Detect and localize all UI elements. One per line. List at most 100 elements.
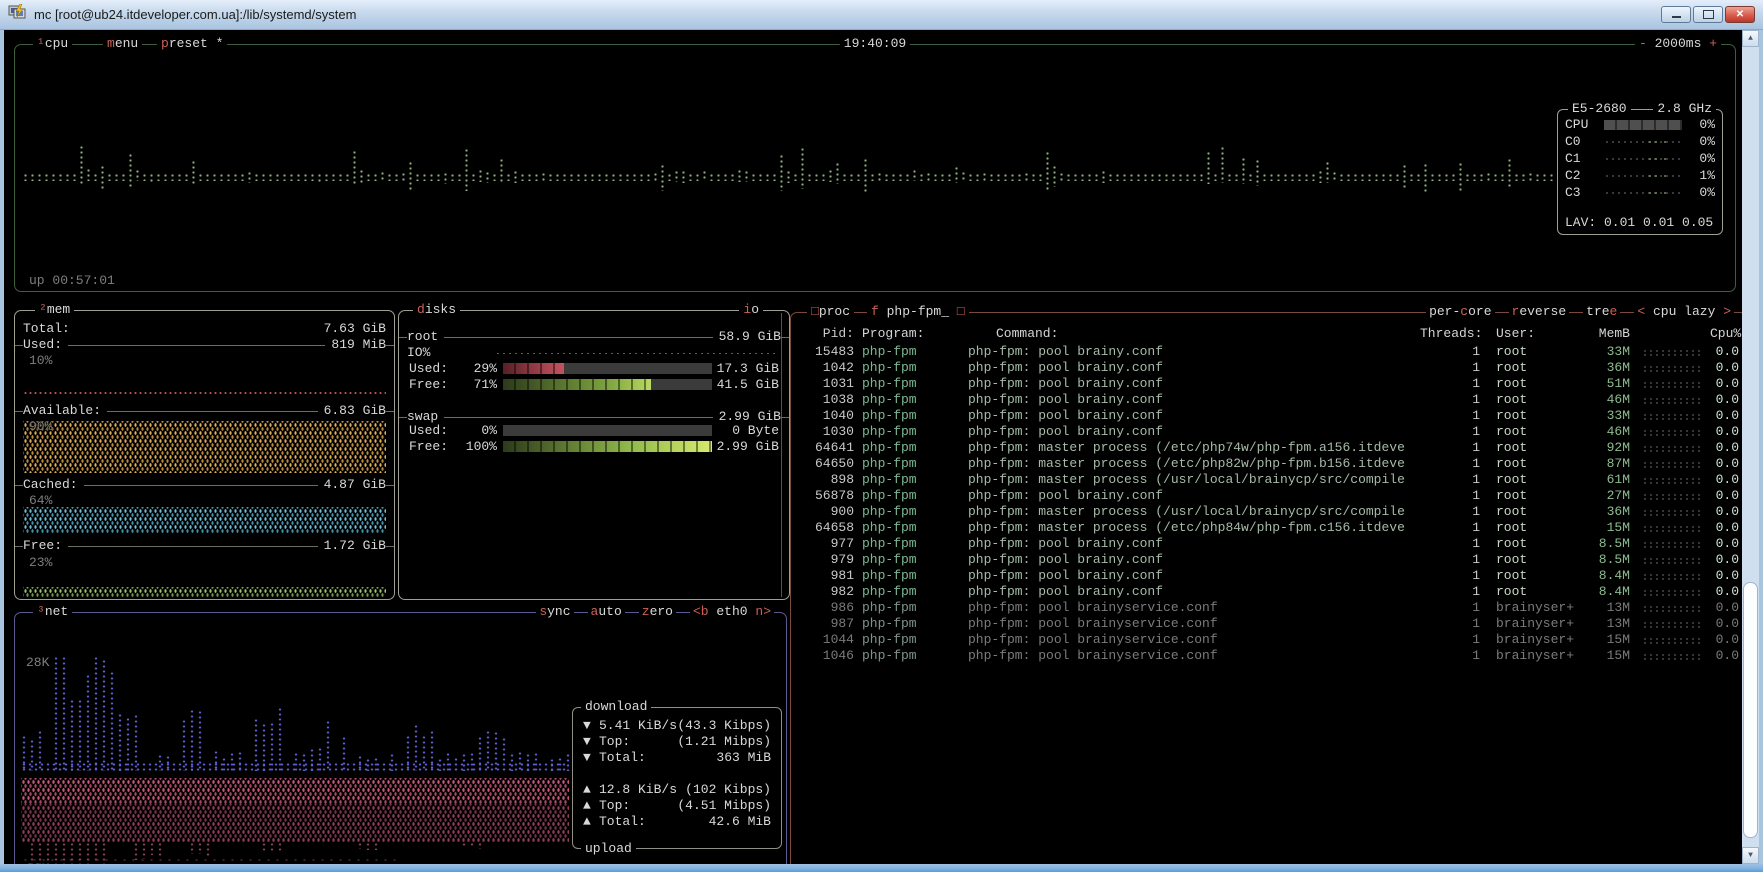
disk-usage-row: Used:29%17.3 GiB — [407, 361, 781, 377]
menu-button[interactable]: menu — [103, 36, 142, 52]
process-row[interactable]: 15483php-fpmphp-fpm: pool brainy.conf1ro… — [798, 344, 1739, 360]
net-stat-row: ▲12.8 KiB/s(102 Kibps) — [583, 782, 771, 798]
process-row[interactable]: 900php-fpmphp-fpm: master process (/usr/… — [798, 504, 1739, 520]
net-stats-box: download ▼5.41 KiB/s(43.3 Kibps)▼Top:(1.… — [572, 707, 782, 849]
cpu-box-title[interactable]: ¹cpu — [33, 36, 72, 52]
process-row[interactable]: 1042php-fpmphp-fpm: pool brainy.conf1roo… — [798, 360, 1739, 376]
column-memb[interactable]: MemB — [1572, 326, 1630, 342]
scroll-up-icon[interactable]: ▲ — [1742, 30, 1759, 47]
column-user[interactable]: User: — [1480, 326, 1572, 342]
putty-window: mc [root@ub24.itdeveloper.com.ua]:/lib/s… — [0, 0, 1763, 872]
process-row[interactable]: 1044php-fpmphp-fpm: pool brainyservice.c… — [798, 632, 1739, 648]
process-row[interactable]: 898php-fpmphp-fpm: master process (/usr/… — [798, 472, 1739, 488]
mem-used-graph — [23, 391, 386, 396]
process-list: 15483php-fpmphp-fpm: pool brainy.conf1ro… — [798, 344, 1739, 664]
process-row[interactable]: 1031php-fpmphp-fpm: pool brainy.conf1roo… — [798, 376, 1739, 392]
column-command[interactable]: Command: — [960, 326, 1420, 342]
mem-box-title[interactable]: ²mem — [35, 302, 74, 318]
process-row[interactable]: 64641php-fpmphp-fpm: master process (/et… — [798, 440, 1739, 456]
zero-button[interactable]: zero — [639, 604, 676, 620]
process-row[interactable]: 1038php-fpmphp-fpm: pool brainy.conf1roo… — [798, 392, 1739, 408]
uptime: up 00:57:01 — [29, 273, 115, 289]
close-button[interactable]: ✕ — [1725, 6, 1755, 23]
mem-stat-row: Available:6.83 GiB — [23, 403, 386, 419]
interval-value: 2000ms — [1655, 36, 1702, 51]
disk-usage-row: Free:71%41.5 GiB — [407, 377, 781, 393]
column-cpu[interactable]: Cpu% — [1710, 326, 1739, 342]
disks-box: disks io root58.9 GiBIO%Used:29%17.3 GiB… — [398, 310, 790, 600]
process-row[interactable]: 56878php-fpmphp-fpm: pool brainy.conf1ro… — [798, 488, 1739, 504]
column-pid[interactable]: Pid: — [798, 326, 854, 342]
process-row[interactable]: 1046php-fpmphp-fpm: pool brainyservice.c… — [798, 648, 1739, 664]
scroll-down-icon[interactable]: ▼ — [1742, 847, 1759, 864]
disk-usage-row: Free:100%2.99 GiB — [407, 439, 781, 455]
proc-column-headers: Pid: Program: Command: Threads: User: Me… — [798, 326, 1739, 342]
auto-button[interactable]: auto — [588, 604, 625, 620]
maximize-button[interactable] — [1693, 6, 1723, 23]
process-row[interactable]: 64650php-fpmphp-fpm: master process (/et… — [798, 456, 1739, 472]
reverse-button[interactable]: reverse — [1509, 304, 1570, 320]
mem-stat-pct: 90% — [23, 419, 386, 435]
mem-stat-pct: 10% — [23, 353, 386, 369]
process-filter-input[interactable]: f php-fpm_ □ — [867, 304, 969, 320]
net-stat-row: ▲Top:(4.51 Mibps) — [583, 798, 771, 814]
window-bottom-border — [0, 864, 1763, 872]
process-row[interactable]: 981php-fpmphp-fpm: pool brainy.conf1root… — [798, 568, 1739, 584]
net-stat-row: ▼Top:(1.21 Mibps) — [583, 734, 771, 750]
proc-box: □proc f php-fpm_ □ per-corereversetree< … — [790, 312, 1742, 864]
cpu-core-row: C30% — [1558, 184, 1722, 201]
net-box-title[interactable]: ³net — [33, 604, 72, 620]
scrollbar-thumb[interactable] — [1743, 582, 1758, 838]
disks-box-title[interactable]: disks — [413, 302, 460, 318]
net-stat-row: ▲Total:42.6 MiB — [583, 814, 771, 830]
window-title: mc [root@ub24.itdeveloper.com.ua]:/lib/s… — [34, 7, 1661, 22]
process-row[interactable]: 986php-fpmphp-fpm: pool brainyservice.co… — [798, 600, 1739, 616]
titlebar[interactable]: mc [root@ub24.itdeveloper.com.ua]:/lib/s… — [0, 0, 1763, 30]
scrollbar[interactable]: ▲ ▼ — [1742, 30, 1759, 864]
cpu-usage-graph — [23, 141, 1563, 211]
putty-icon — [8, 4, 26, 25]
process-row[interactable]: 977php-fpmphp-fpm: pool brainy.conf1root… — [798, 536, 1739, 552]
cpu-core-row: CPU0% — [1558, 116, 1722, 133]
process-row[interactable]: 64658php-fpmphp-fpm: master process (/et… — [798, 520, 1739, 536]
sync-button[interactable]: sync — [536, 604, 573, 620]
net-stat-row: ▼Total:363 MiB — [583, 750, 771, 766]
process-row[interactable]: 1030php-fpmphp-fpm: pool brainy.conf1roo… — [798, 424, 1739, 440]
upload-label: upload — [581, 841, 636, 857]
disk-usage-row: Used:0%0 Byte — [407, 423, 781, 439]
interval-minus-button[interactable]: - — [1639, 36, 1647, 51]
net-stat-row: ▼5.41 KiB/s(43.3 Kibps) — [583, 718, 771, 734]
mem-cached-graph — [23, 507, 386, 533]
process-row[interactable]: 979php-fpmphp-fpm: pool brainy.conf1root… — [798, 552, 1739, 568]
cpu-core-row: C10% — [1558, 150, 1722, 167]
download-label: download — [581, 699, 651, 715]
preset-button[interactable]: preset * — [157, 36, 227, 52]
cpu-frequency: 2.8 GHz — [1653, 101, 1716, 117]
process-row[interactable]: 987php-fpmphp-fpm: pool brainyservice.co… — [798, 616, 1739, 632]
cpu-core-row: C00% — [1558, 133, 1722, 150]
io-toggle[interactable]: io — [739, 302, 763, 318]
interval-plus-button[interactable]: + — [1709, 36, 1717, 51]
interface-selector[interactable]: <b eth0 n> — [690, 604, 774, 620]
process-row[interactable]: 982php-fpmphp-fpm: pool brainy.conf1root… — [798, 584, 1739, 600]
mem-free-graph — [23, 587, 386, 597]
tree-button[interactable]: tree — [1583, 304, 1620, 320]
mem-stat-pct: 64% — [23, 493, 386, 509]
disk-name-row: root58.9 GiB — [407, 329, 781, 345]
column-threads[interactable]: Threads: — [1420, 326, 1480, 342]
terminal-screen: ¹cpu menu preset * 19:40:09 - 2000ms + E… — [4, 30, 1742, 864]
cpu-sort-selector[interactable]: < cpu lazy > — [1634, 304, 1734, 320]
update-interval: - 2000ms + — [1635, 36, 1721, 52]
upload-graph — [21, 778, 569, 864]
cpu-model: E5-2680 — [1568, 101, 1631, 117]
proc-box-title[interactable]: □proc — [807, 304, 854, 320]
disk-io-row: IO% — [407, 345, 781, 361]
column-program[interactable]: Program: — [854, 326, 960, 342]
mem-stat-row: Cached:4.87 GiB — [23, 477, 386, 493]
minimize-button[interactable] — [1661, 6, 1691, 23]
process-row[interactable]: 1040php-fpmphp-fpm: pool brainy.conf1roo… — [798, 408, 1739, 424]
clock: 19:40:09 — [840, 36, 910, 52]
per-core-button[interactable]: per-core — [1426, 304, 1494, 320]
cpu-core-row: C21% — [1558, 167, 1722, 184]
load-average: LAV: 0.01 0.01 0.05 — [1565, 215, 1713, 231]
